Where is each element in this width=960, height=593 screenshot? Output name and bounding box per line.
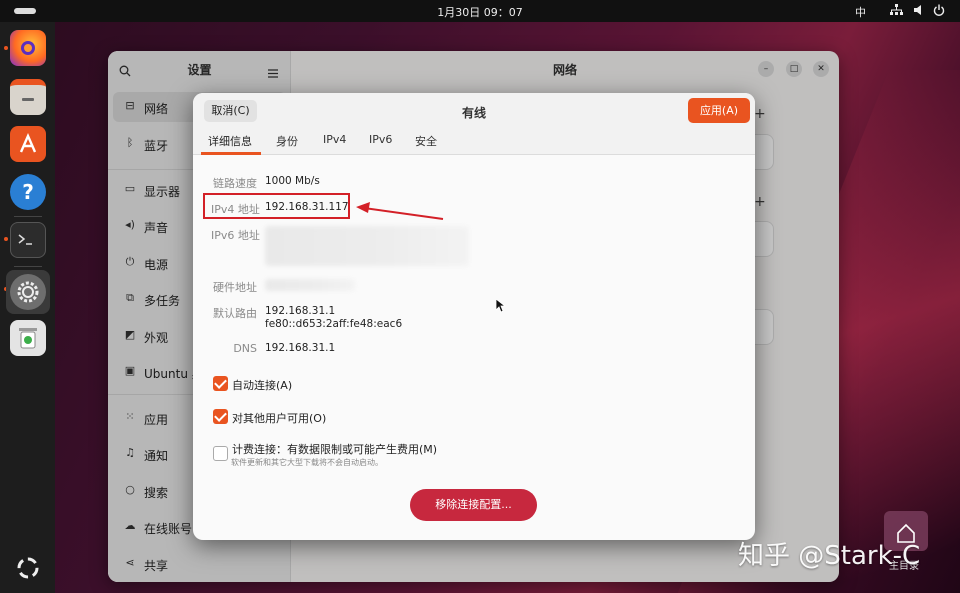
annotation-arrow bbox=[356, 202, 444, 220]
watermark: 知乎 @Stark-C bbox=[738, 541, 921, 571]
mouse-cursor-icon bbox=[495, 298, 507, 317]
